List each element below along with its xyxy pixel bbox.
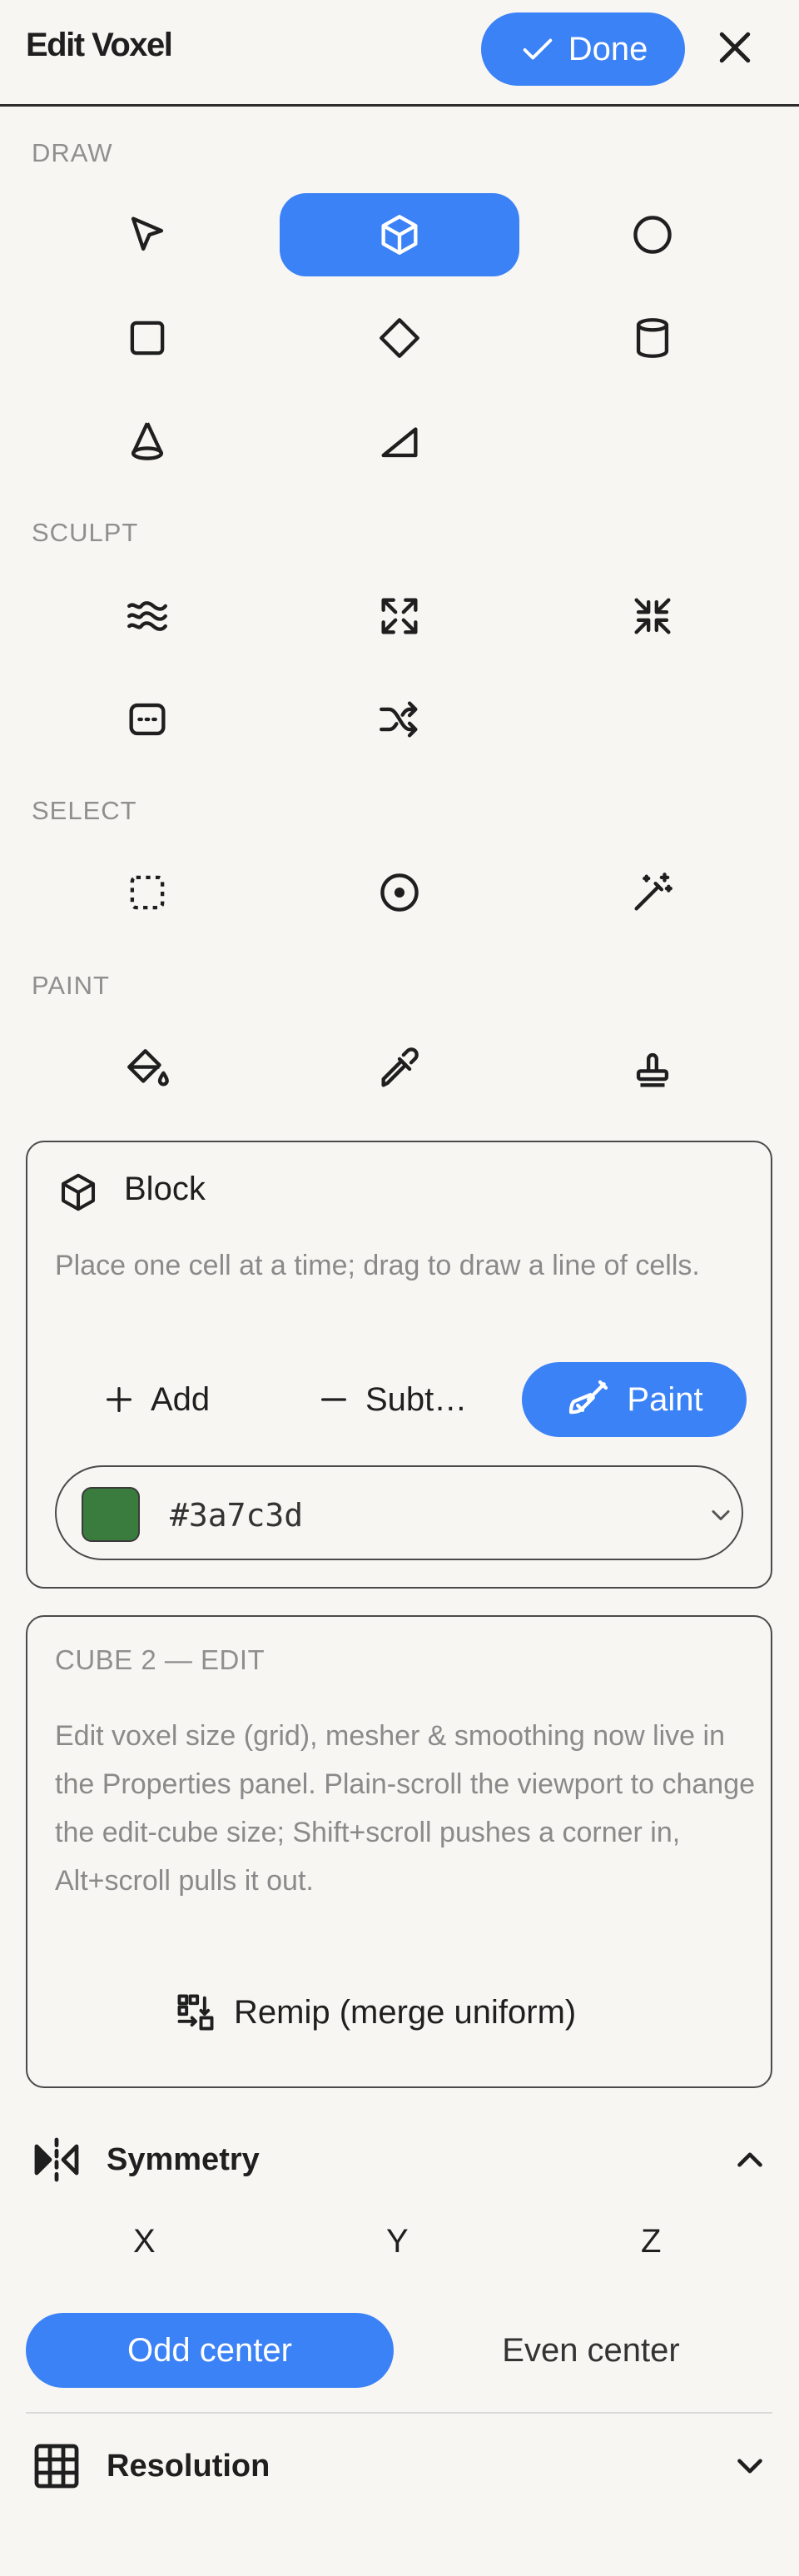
odd-center-button[interactable]: Odd center: [26, 2313, 394, 2388]
diamond-icon: [375, 314, 424, 362]
section-label-draw: DRAW: [32, 138, 113, 167]
even-center-button[interactable]: Even center: [416, 2313, 766, 2388]
chevron-up-icon[interactable]: [729, 2139, 771, 2181]
subtract-mode-label: Subt…: [365, 1380, 468, 1418]
magic-wand-icon: [628, 868, 677, 917]
tool-eyedropper[interactable]: [280, 1027, 519, 1111]
subtract-mode-button[interactable]: Subt…: [317, 1362, 467, 1437]
tool-stamp[interactable]: [533, 1027, 772, 1111]
paint-bucket-icon: [123, 1045, 171, 1093]
cube-edit-description: Edit voxel size (grid), mesher & smoothi…: [55, 1720, 756, 1897]
grid-icon: [30, 2439, 83, 2493]
marquee-select-icon: [123, 868, 171, 917]
tool-flatten[interactable]: [27, 678, 267, 761]
plus-icon: [102, 1383, 136, 1416]
symmetry-axis-x[interactable]: X: [133, 2223, 156, 2260]
tool-smooth[interactable]: [27, 574, 267, 658]
remip-button[interactable]: Remip (merge uniform): [174, 1983, 576, 2041]
color-value: #3a7c3d: [170, 1497, 304, 1534]
section-divider: [26, 2412, 772, 2414]
cube-icon: [56, 1170, 101, 1215]
block-title: Block: [124, 1171, 206, 1207]
tool-wedge[interactable]: [280, 400, 519, 483]
paintbrush-icon: [565, 1376, 612, 1423]
minus-icon: [317, 1383, 350, 1416]
paint-mode-label: Paint: [627, 1380, 703, 1418]
symmetry-axis-z[interactable]: Z: [641, 2223, 661, 2260]
stamp-icon: [628, 1045, 677, 1093]
done-label: Done: [568, 30, 648, 67]
flatten-icon: [123, 695, 171, 743]
symmetry-icon: [30, 2133, 83, 2186]
box-icon: [123, 314, 171, 362]
panel-title: Edit Voxel: [26, 27, 173, 63]
tool-pointer[interactable]: [27, 193, 267, 276]
close-icon[interactable]: [712, 25, 757, 70]
chevron-down-icon[interactable]: [729, 2445, 771, 2487]
resolution-title: Resolution: [107, 2448, 270, 2484]
done-button[interactable]: Done: [481, 12, 685, 86]
tool-magic-wand[interactable]: [533, 851, 772, 934]
sphere-icon: [628, 211, 677, 259]
tool-shuffle[interactable]: [280, 678, 519, 761]
symmetry-header[interactable]: Symmetry: [30, 2135, 771, 2185]
paint-mode-button[interactable]: Paint: [522, 1362, 747, 1437]
tool-diamond[interactable]: [280, 296, 519, 380]
tool-expand[interactable]: [280, 574, 519, 658]
smooth-icon: [123, 592, 171, 640]
wedge-icon: [375, 417, 424, 465]
cube-edit-label: CUBE 2 — EDIT: [55, 1644, 266, 1675]
tool-marquee-select[interactable]: [27, 851, 267, 934]
color-swatch[interactable]: [82, 1487, 140, 1542]
symmetry-axis-y[interactable]: Y: [386, 2223, 409, 2260]
tool-cylinder[interactable]: [533, 296, 772, 380]
tool-shrink[interactable]: [533, 574, 772, 658]
eyedropper-icon: [375, 1045, 424, 1093]
block-card: Block Place one cell at a time; drag to …: [26, 1141, 772, 1589]
tool-paint-bucket[interactable]: [27, 1027, 267, 1111]
cylinder-icon: [628, 314, 677, 362]
section-label-paint: PAINT: [32, 971, 110, 1000]
remip-label: Remip (merge uniform): [234, 1993, 577, 2031]
pointer-icon: [123, 211, 171, 259]
cube-edit-card: CUBE 2 — EDIT Edit voxel size (grid), me…: [26, 1615, 772, 2088]
section-label-sculpt: SCULPT: [32, 518, 139, 547]
add-mode-button[interactable]: Add: [102, 1362, 210, 1437]
expand-icon: [375, 592, 424, 640]
add-mode-label: Add: [151, 1380, 211, 1418]
block-description: Place one cell at a time; drag to draw a…: [55, 1250, 700, 1281]
resolution-header[interactable]: Resolution: [30, 2441, 771, 2491]
tool-box[interactable]: [27, 296, 267, 380]
chevron-down-icon: [706, 1500, 736, 1530]
circle-select-icon: [375, 868, 424, 917]
tool-sphere[interactable]: [533, 193, 772, 276]
shuffle-icon: [375, 695, 424, 743]
block-color-select[interactable]: #3a7c3d: [55, 1465, 743, 1560]
tool-cone[interactable]: [27, 400, 267, 483]
check-icon: [519, 30, 557, 68]
panel-header: Edit Voxel Done: [0, 0, 799, 107]
tool-cube[interactable]: [280, 193, 519, 276]
cube-icon: [375, 211, 424, 259]
shrink-icon: [628, 592, 677, 640]
tool-circle-select[interactable]: [280, 851, 519, 934]
remip-icon: [174, 1991, 217, 2034]
symmetry-title: Symmetry: [107, 2141, 260, 2177]
section-label-select: SELECT: [32, 796, 137, 825]
cone-icon: [123, 417, 171, 465]
